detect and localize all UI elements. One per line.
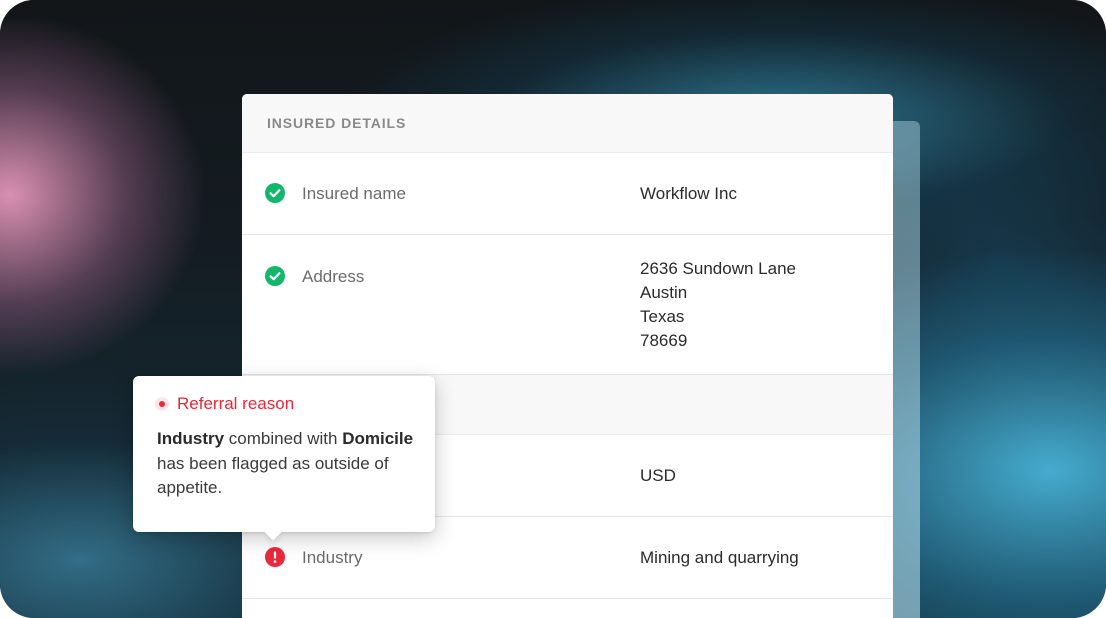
field-value: Workflow Inc <box>640 184 737 203</box>
tooltip-title: Referral reason <box>177 394 295 413</box>
check-circle-icon <box>265 183 285 203</box>
address-line-street: 2636 Sundown Lane <box>640 259 796 278</box>
tooltip-body: Industry combined with Domicile has been… <box>157 427 419 501</box>
field-label: Industry <box>302 548 363 567</box>
check-circle-icon <box>265 266 285 286</box>
field-label: Insured name <box>302 184 406 203</box>
detail-row-address: Address 2636 Sundown Lane Austin Texas 7… <box>242 235 893 375</box>
tooltip-emphasis-domicile: Domicile <box>342 429 414 448</box>
field-label: Address <box>302 267 365 286</box>
address-line-city: Austin <box>640 283 688 302</box>
tooltip-header: Referral reason <box>155 394 294 414</box>
section-title: INSURED DETAILS <box>267 115 407 131</box>
field-value: Mining and quarrying <box>640 548 799 567</box>
address-line-zip: 78669 <box>640 331 688 350</box>
referral-reason-tooltip: Referral reason Industry combined with D… <box>133 376 435 541</box>
section-header: INSURED DETAILS <box>242 94 893 153</box>
field-value: USD <box>640 466 676 485</box>
alert-circle-icon[interactable] <box>265 547 285 567</box>
insured-details-panel: INSURED DETAILS Insured name Workflow In… <box>242 94 893 618</box>
screen-frame: INSURED DETAILS Insured name Workflow In… <box>0 0 1106 618</box>
tooltip-text-part: combined with <box>224 429 343 448</box>
tooltip-emphasis-industry: Industry <box>157 429 225 448</box>
detail-row-insured-name: Insured name Workflow Inc <box>242 153 893 235</box>
tooltip-text-part: has been flagged as outside of appetite. <box>157 453 389 498</box>
detail-row-next <box>242 599 893 618</box>
address-value: 2636 Sundown Lane Austin Texas 78669 <box>640 257 796 353</box>
status-dot-icon <box>155 397 169 411</box>
address-line-state: Texas <box>640 307 685 326</box>
